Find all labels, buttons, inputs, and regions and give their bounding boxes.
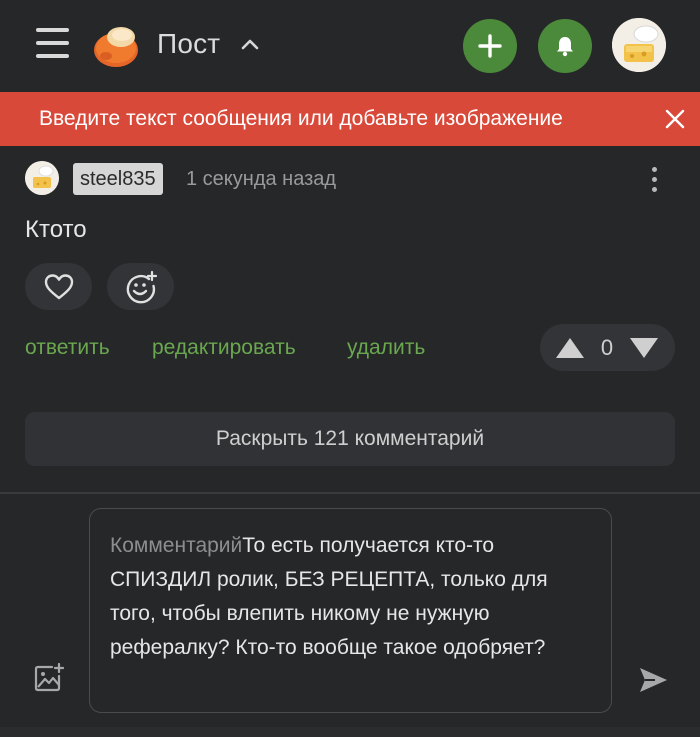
comment-text: Ктото <box>25 216 87 243</box>
edit-link[interactable]: редактировать <box>152 334 296 362</box>
notifications-button[interactable] <box>538 19 592 73</box>
comment-username[interactable]: steel835 <box>73 163 163 195</box>
error-message: Введите текст сообщения или добавьте изо… <box>39 107 563 130</box>
bell-icon <box>557 37 573 57</box>
reply-link[interactable]: ответить <box>25 334 110 362</box>
user-avatar[interactable] <box>612 18 666 72</box>
send-icon[interactable] <box>637 665 669 695</box>
comment-input-placeholder: Комментарий <box>110 534 243 557</box>
vote-control: 0 <box>540 324 675 371</box>
upvote-icon[interactable] <box>555 337 585 359</box>
divider <box>0 492 700 494</box>
comment-timestamp: 1 секунда назад <box>186 168 337 190</box>
error-banner: Введите текст сообщения или добавьте изо… <box>0 92 700 146</box>
avatar-image <box>612 18 666 72</box>
heart-icon <box>44 273 73 299</box>
hamburger-icon-line <box>36 41 69 45</box>
emoji-plus-icon <box>126 270 157 303</box>
dot <box>652 167 657 172</box>
delete-link[interactable]: удалить <box>347 334 425 362</box>
menu-button[interactable] <box>36 28 69 58</box>
close-icon[interactable] <box>663 107 687 131</box>
more-options-icon[interactable] <box>645 163 665 195</box>
dot <box>652 187 657 192</box>
add-reaction-button[interactable] <box>107 263 174 310</box>
downvote-icon[interactable] <box>629 337 659 359</box>
comment-avatar[interactable] <box>25 161 59 195</box>
plus-icon <box>478 34 502 58</box>
bottom-edge <box>0 727 700 737</box>
comment-input[interactable]: КомментарийТо есть получается кто-то СПИ… <box>89 508 612 713</box>
dot <box>652 177 657 182</box>
avatar-image <box>25 161 59 195</box>
add-image-icon[interactable] <box>34 663 64 693</box>
hamburger-icon <box>36 28 69 32</box>
add-post-button[interactable] <box>463 19 517 73</box>
chevron-up-icon[interactable] <box>240 34 260 54</box>
logo-icon[interactable] <box>92 20 142 68</box>
hamburger-icon-line <box>36 54 69 58</box>
expand-comments-button[interactable]: Раскрыть 121 комментарий <box>25 412 675 466</box>
top-bar: Пост <box>0 0 700 92</box>
vote-count: 0 <box>600 335 614 360</box>
page-title[interactable]: Пост <box>157 27 220 61</box>
like-button[interactable] <box>25 263 92 310</box>
